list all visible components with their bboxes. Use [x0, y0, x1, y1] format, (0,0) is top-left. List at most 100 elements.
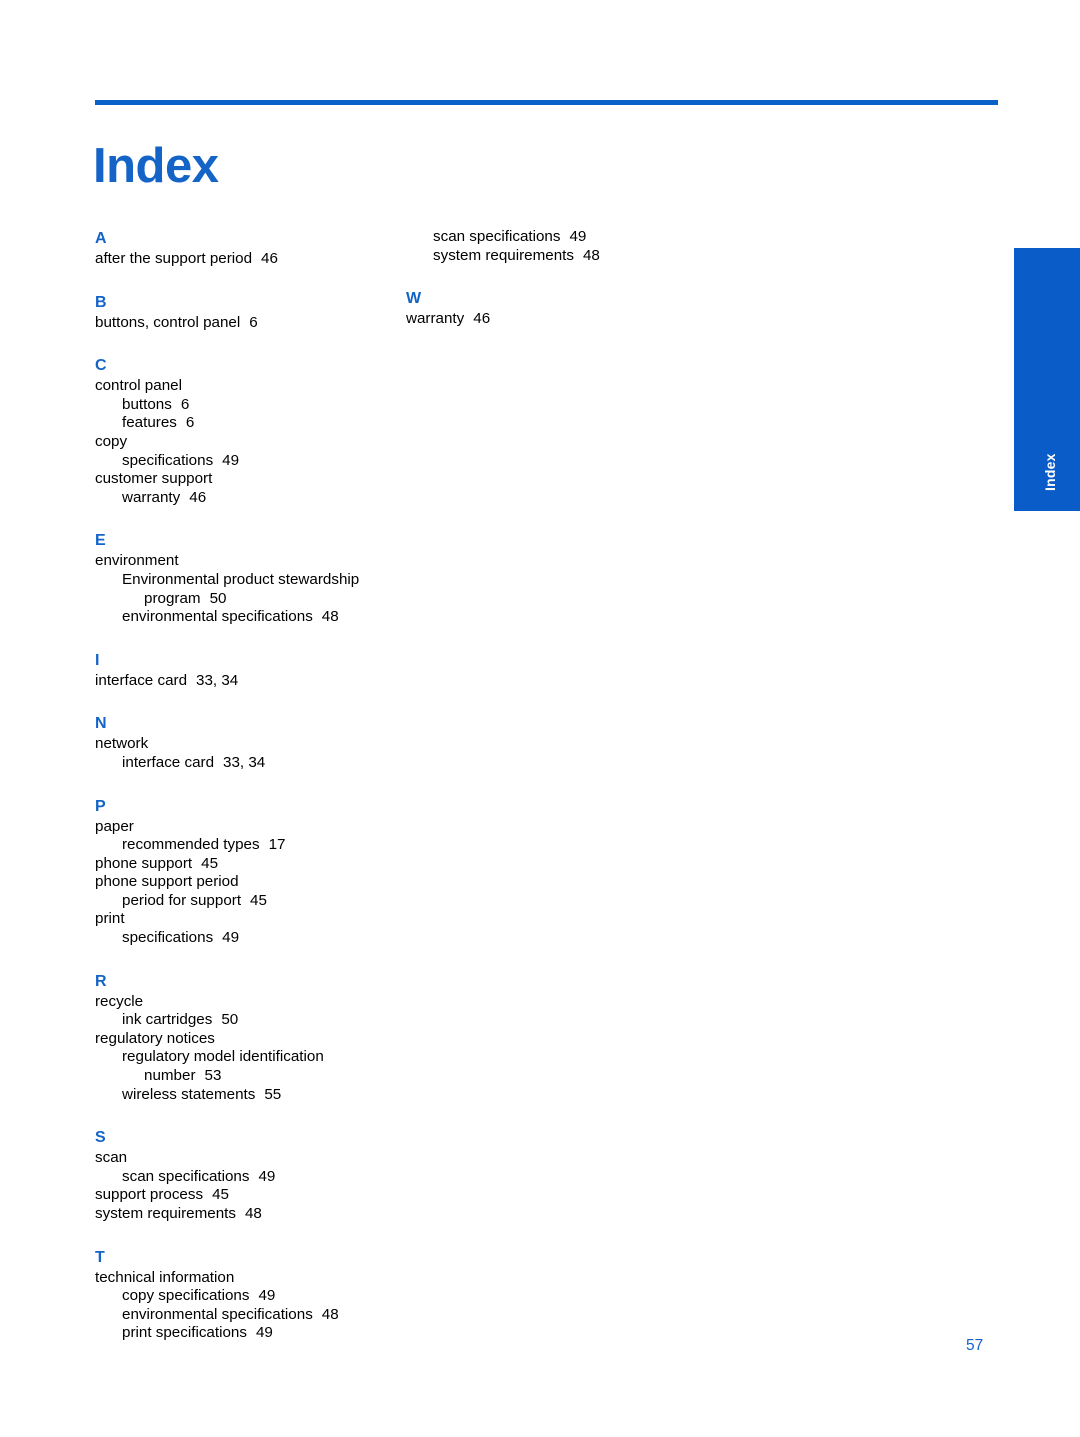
index-entry-label: program: [144, 589, 201, 607]
index-entry-pages: 48: [244, 1205, 262, 1222]
index-entry-pages: 33, 34: [223, 753, 266, 771]
title-divider-rule: [95, 100, 998, 105]
index-entry-pages: 49: [222, 451, 240, 469]
index-entry: copy specifications 49: [95, 1287, 395, 1306]
index-entry-pages: 46: [189, 488, 207, 506]
index-entry: specifications 49: [95, 452, 395, 471]
index-entry: regulatory notices: [95, 1030, 395, 1049]
index-section: Ccontrol panel buttons 6 features 6 copy speci…: [95, 355, 395, 507]
index-entry-label: regulatory model identification: [122, 1048, 324, 1066]
index-entry-label: technical information: [95, 1268, 235, 1286]
index-entry-pages: 50: [221, 1011, 239, 1029]
index-continued-entries: scan specifications 49 system requirements…: [406, 228, 706, 265]
index-section: Sscan scan specifications 49 support proces…: [95, 1127, 395, 1223]
index-entry-label: copy: [95, 432, 128, 450]
index-entry-label: warranty: [406, 310, 465, 328]
index-entry-label: interface card: [122, 753, 215, 771]
index-entry-label: environment: [95, 552, 179, 570]
index-entry: warranty 46: [95, 489, 395, 508]
index-entry: ink cartridges 50: [95, 1011, 395, 1030]
index-section: Iinterface card 33, 34: [95, 650, 395, 691]
index-entry: phone support period: [95, 873, 395, 892]
index-entry-label: control panel: [95, 377, 182, 395]
index-entry-pages: 17: [268, 836, 286, 854]
index-entry: regulatory model identification: [95, 1048, 395, 1067]
index-entry: control panel: [95, 377, 395, 396]
index-entry: environment: [95, 552, 395, 571]
index-entry-label: ink cartridges: [122, 1011, 213, 1029]
index-entry: buttons 6: [95, 396, 395, 415]
index-entry-label: recommended types: [122, 836, 260, 854]
index-entry-label: paper: [95, 817, 134, 835]
index-section: Eenvironment Environmental product stewar…: [95, 530, 395, 626]
index-section: Bbuttons, control panel 6: [95, 292, 395, 333]
index-entry-label: scan specifications: [433, 228, 561, 245]
index-entry-pages: 33, 34: [196, 671, 239, 689]
section-thumb-tab: Index: [1014, 248, 1080, 511]
index-section: Wwarranty 46: [406, 288, 706, 329]
index-entry-pages: 46: [261, 250, 278, 267]
index-entry: features 6: [95, 414, 395, 433]
index-entry-label: specifications: [122, 929, 214, 947]
index-entry: interface card 33, 34: [95, 754, 395, 773]
index-entry-label: network: [95, 735, 149, 753]
index-entry-pages: 45: [212, 1186, 229, 1204]
index-entry: recycle: [95, 993, 395, 1012]
index-entry: technical information: [95, 1269, 395, 1288]
index-section-letter: T: [95, 1248, 105, 1266]
index-entry: wireless statements 55: [95, 1086, 395, 1105]
index-section-letter: N: [95, 715, 107, 733]
index-entry: after the support period 46: [95, 250, 395, 269]
index-column-right: scan specifications 49 system requirements…: [406, 228, 706, 329]
index-entry: number 53: [95, 1067, 395, 1086]
index-entry-pages: 49: [569, 228, 587, 245]
index-entry: period for support 45: [95, 892, 395, 911]
index-entry-pages: 48: [321, 608, 339, 626]
index-entry-label: scan specifications: [122, 1167, 250, 1185]
index-entry-pages: 49: [258, 1167, 276, 1185]
index-entry: scan specifications 49: [95, 1168, 395, 1187]
index-column-left: Aafter the support period 46 Bbuttons, con…: [95, 228, 395, 1343]
index-entry: print: [95, 910, 395, 929]
index-entry-label: regulatory notices: [95, 1029, 215, 1047]
index-entry: interface card 33, 34: [95, 672, 395, 691]
page-title: Index: [93, 138, 219, 193]
index-entry: program 50: [95, 590, 395, 609]
index-entry: Environmental product stewardship: [95, 571, 395, 590]
index-section: Ttechnical information copy specification…: [95, 1247, 395, 1343]
index-section-letter: R: [95, 972, 107, 990]
index-section-letter: S: [95, 1129, 106, 1147]
index-entry-label: interface card: [95, 671, 188, 689]
index-entry-label: period for support: [122, 891, 242, 909]
index-entry-pages: 50: [209, 589, 227, 607]
index-entry-label: environmental specifications: [122, 608, 313, 626]
index-entry-pages: 48: [582, 246, 600, 264]
index-entry: buttons, control panel 6: [95, 314, 395, 333]
index-entry-label: system requirements: [433, 246, 574, 264]
index-entry: system requirements 48: [406, 247, 706, 266]
index-entry: copy: [95, 433, 395, 452]
index-section-letter: P: [95, 797, 106, 815]
index-entry: print specifications 49: [95, 1324, 395, 1343]
index-entry-pages: 55: [264, 1085, 282, 1103]
index-entry-label: customer support: [95, 470, 213, 488]
index-section-letter: I: [95, 651, 100, 669]
index-entry-label: recycle: [95, 992, 144, 1010]
index-entry-label: buttons, control panel: [95, 313, 241, 331]
index-entry-label: phone support period: [95, 873, 239, 891]
index-section: Aafter the support period 46: [95, 228, 395, 269]
index-entry: environmental specifications 48: [95, 1306, 395, 1325]
section-thumb-tab-label: Index: [1042, 453, 1058, 491]
index-entry-label: warranty: [122, 488, 181, 506]
index-section: Ppaper recommended types 17 phone support 45…: [95, 796, 395, 948]
index-entry-label: copy specifications: [122, 1287, 250, 1305]
index-entry: warranty 46: [406, 310, 706, 329]
index-entry: network: [95, 735, 395, 754]
index-entry-label: wireless statements: [122, 1085, 256, 1103]
index-section-letter: E: [95, 532, 106, 550]
index-entry-label: buttons: [122, 395, 172, 413]
index-entry-pages: 49: [222, 929, 240, 947]
index-section: Rrecycle ink cartridges 50 regulatory notic…: [95, 971, 395, 1105]
index-entry-pages: 46: [473, 310, 491, 328]
index-entry-pages: 45: [250, 891, 267, 909]
